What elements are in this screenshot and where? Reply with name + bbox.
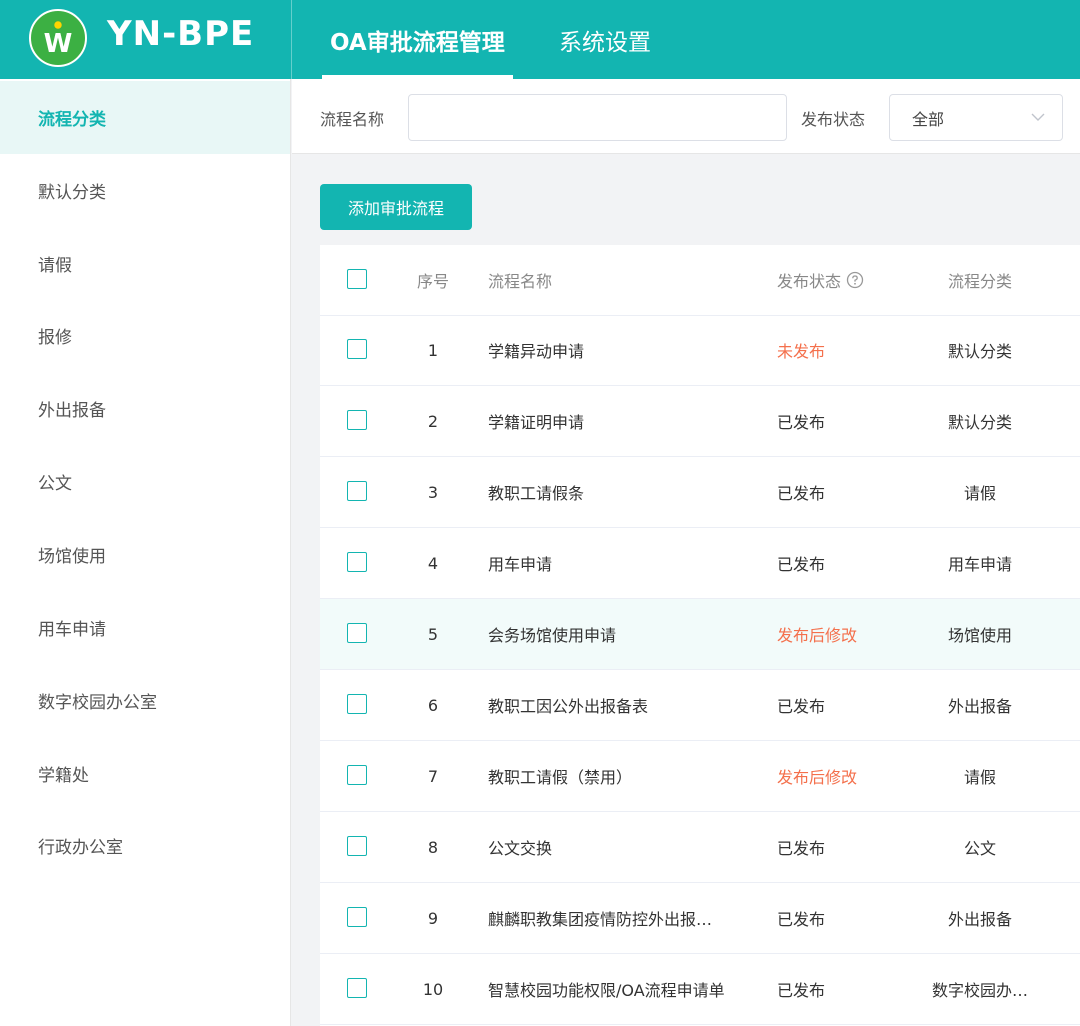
logo-letter: W <box>44 29 73 59</box>
help-icon[interactable] <box>846 271 864 289</box>
top-navbar: W YN-BPE OA审批流程管理 系统设置 <box>0 0 1080 79</box>
tab-oa-approval[interactable]: OA审批流程管理 <box>322 0 513 79</box>
row-name: 教职工请假（禁用） <box>488 768 633 787</box>
sidebar-item-default[interactable]: 默认分类 <box>0 154 290 227</box>
row-status: 已发布 <box>777 555 826 574</box>
name-filter-label: 流程名称 <box>320 110 385 129</box>
table-row[interactable]: 9 麒麟职教集团疫情防控外出报… 已发布 外出报备 <box>320 883 1080 954</box>
row-name: 麒麟职教集团疫情防控外出报… <box>488 910 713 929</box>
row-status: 已发布 <box>777 413 826 432</box>
row-index: 3 <box>427 482 439 502</box>
row-name: 教职工因公外出报备表 <box>488 697 649 716</box>
row-index: 2 <box>427 411 439 431</box>
row-category: 公文 <box>963 839 996 858</box>
sidebar-item-process-category[interactable]: 流程分类 <box>0 81 290 154</box>
row-name: 教职工请假条 <box>488 484 585 503</box>
tab-label: OA审批流程管理 <box>330 29 505 56</box>
row-name: 公文交换 <box>488 839 553 858</box>
row-status: 未发布 <box>777 342 826 361</box>
row-category: 外出报备 <box>947 910 1012 929</box>
row-checkbox[interactable] <box>347 552 367 572</box>
header-name: 流程名称 <box>488 272 553 291</box>
row-index: 4 <box>427 553 439 573</box>
logo-icon: W <box>29 9 87 67</box>
status-filter-label: 发布状态 <box>801 110 866 129</box>
status-filter-value: 全部 <box>912 109 945 129</box>
chevron-down-icon <box>1031 113 1045 121</box>
row-index: 6 <box>427 695 439 715</box>
row-category: 用车申请 <box>947 555 1012 574</box>
name-filter-input[interactable] <box>408 94 787 141</box>
header-status: 发布状态 <box>777 245 917 315</box>
process-table: 序号 流程名称 发布状态 流程分类 1 学籍异动申请 未发布 默认分类 2 学籍… <box>320 245 1080 1026</box>
sidebar-item-leave[interactable]: 请假 <box>0 227 290 300</box>
row-name: 用车申请 <box>488 555 553 574</box>
sidebar-item-document[interactable]: 公文 <box>0 445 290 518</box>
table-row[interactable]: 10 智慧校园功能权限/OA流程申请单 已发布 数字校园办… <box>320 954 1080 1025</box>
row-name: 会务场馆使用申请 <box>488 626 617 645</box>
sidebar-item-digital-campus[interactable]: 数字校园办公室 <box>0 664 290 737</box>
row-category: 外出报备 <box>947 697 1012 716</box>
table-row[interactable]: 8 公文交换 已发布 公文 <box>320 812 1080 883</box>
row-checkbox[interactable] <box>347 481 367 501</box>
sidebar-item-registry[interactable]: 学籍处 <box>0 737 290 810</box>
tab-system-settings[interactable]: 系统设置 <box>559 0 651 79</box>
row-checkbox[interactable] <box>347 694 367 714</box>
sidebar-item-venue[interactable]: 场馆使用 <box>0 518 290 591</box>
select-all-checkbox[interactable] <box>347 269 367 289</box>
row-checkbox[interactable] <box>347 765 367 785</box>
row-category: 场馆使用 <box>947 626 1012 645</box>
table-row[interactable]: 4 用车申请 已发布 用车申请 <box>320 528 1080 599</box>
row-status: 已发布 <box>777 910 826 929</box>
sidebar-item-outing[interactable]: 外出报备 <box>0 372 290 445</box>
row-category: 默认分类 <box>947 413 1012 432</box>
sidebar-item-vehicle[interactable]: 用车申请 <box>0 591 290 664</box>
row-category: 请假 <box>963 484 996 503</box>
table-row[interactable]: 5 会务场馆使用申请 发布后修改 场馆使用 <box>320 599 1080 670</box>
row-category: 数字校园办… <box>931 981 1028 1000</box>
row-checkbox[interactable] <box>347 836 367 856</box>
header-category: 流程分类 <box>947 272 1012 291</box>
table-row[interactable]: 6 教职工因公外出报备表 已发布 外出报备 <box>320 670 1080 741</box>
header-status-label: 发布状态 <box>777 272 842 291</box>
table-header-row: 序号 流程名称 发布状态 流程分类 <box>320 245 1080 316</box>
row-index: 9 <box>427 908 439 928</box>
row-status: 已发布 <box>777 697 826 716</box>
brand[interactable]: W YN-BPE <box>0 0 291 79</box>
tab-label: 系统设置 <box>559 29 651 56</box>
row-status: 发布后修改 <box>777 768 858 787</box>
sidebar-item-repair[interactable]: 报修 <box>0 299 290 372</box>
brand-name: YN-BPE <box>107 14 255 54</box>
table-row[interactable]: 3 教职工请假条 已发布 请假 <box>320 457 1080 528</box>
sidebar-item-admin-office[interactable]: 行政办公室 <box>0 809 290 882</box>
row-name: 学籍证明申请 <box>488 413 585 432</box>
row-index: 5 <box>427 624 439 644</box>
status-filter-select[interactable]: 全部 <box>889 94 1063 141</box>
row-index: 10 <box>422 979 444 999</box>
table-row[interactable]: 2 学籍证明申请 已发布 默认分类 <box>320 386 1080 457</box>
row-status: 已发布 <box>777 839 826 858</box>
row-name: 学籍异动申请 <box>488 342 585 361</box>
filter-bar: 流程名称 发布状态 全部 <box>292 79 1080 154</box>
row-category: 请假 <box>963 768 996 787</box>
sidebar: 流程分类 默认分类 请假 报修 外出报备 公文 场馆使用 用车申请 数字校园办公… <box>0 79 291 1026</box>
row-category: 默认分类 <box>947 342 1012 361</box>
row-checkbox[interactable] <box>347 623 367 643</box>
add-process-button[interactable]: 添加审批流程 <box>320 184 472 230</box>
row-checkbox[interactable] <box>347 978 367 998</box>
row-index: 1 <box>427 340 439 360</box>
row-status: 已发布 <box>777 484 826 503</box>
row-index: 7 <box>427 766 439 786</box>
table-row[interactable]: 7 教职工请假（禁用） 发布后修改 请假 <box>320 741 1080 812</box>
row-checkbox[interactable] <box>347 907 367 927</box>
brand-divider <box>291 0 292 79</box>
row-name: 智慧校园功能权限/OA流程申请单 <box>488 981 725 1000</box>
row-checkbox[interactable] <box>347 410 367 430</box>
header-index: 序号 <box>416 272 449 291</box>
table-row[interactable]: 1 学籍异动申请 未发布 默认分类 <box>320 315 1080 386</box>
row-index: 8 <box>427 837 439 857</box>
row-checkbox[interactable] <box>347 339 367 359</box>
row-status: 已发布 <box>777 981 826 1000</box>
row-status: 发布后修改 <box>777 626 858 645</box>
